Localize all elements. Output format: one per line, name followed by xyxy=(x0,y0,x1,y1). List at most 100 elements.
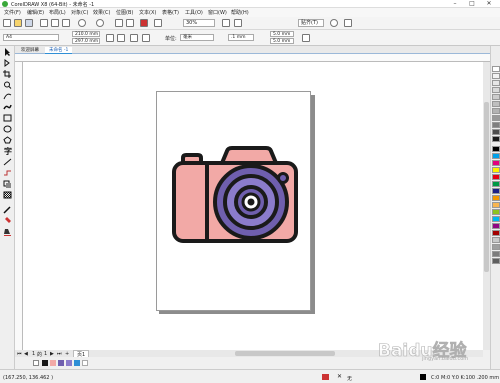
menu-text[interactable]: 文本(X) xyxy=(139,9,156,16)
options-gear-icon[interactable] xyxy=(330,19,338,27)
outline-color-swatch[interactable] xyxy=(420,374,426,380)
launch-options-icon[interactable] xyxy=(344,19,352,27)
swatch-blue[interactable] xyxy=(492,188,500,194)
fill-indicator-icon[interactable] xyxy=(322,374,329,380)
swatch-gray-25[interactable] xyxy=(492,101,500,107)
swatch-yellow-green[interactable] xyxy=(492,209,500,215)
shape-tool-icon[interactable] xyxy=(3,59,12,67)
menu-effects[interactable]: 效果(C) xyxy=(93,9,110,16)
menu-tools[interactable]: 工具(O) xyxy=(185,9,203,16)
zoom-tool-icon[interactable] xyxy=(3,81,12,89)
menu-bitmaps[interactable]: 位图(B) xyxy=(116,9,133,16)
save-icon[interactable] xyxy=(25,19,33,27)
swatch-green[interactable] xyxy=(492,181,500,187)
nudge-distance-field[interactable]: .1 mm xyxy=(228,34,254,41)
portrait-orientation-icon[interactable] xyxy=(106,34,114,42)
snap-to-dropdown[interactable]: 贴齐(T) xyxy=(298,19,324,27)
swatch-gray-70[interactable] xyxy=(492,129,500,135)
vertical-scrollbar[interactable] xyxy=(483,62,490,350)
crop-tool-icon[interactable] xyxy=(3,70,12,78)
swatch-sky-blue[interactable] xyxy=(492,216,500,222)
redo-icon[interactable] xyxy=(96,19,104,27)
doc-swatch-blue[interactable] xyxy=(74,360,80,366)
undo-icon[interactable] xyxy=(78,19,86,27)
current-page-icon[interactable] xyxy=(142,34,150,42)
swatch-black[interactable] xyxy=(492,146,500,152)
page-size-dropdown[interactable]: A4 xyxy=(3,34,59,41)
artistic-media-tool-icon[interactable] xyxy=(3,103,12,111)
open-folder-icon[interactable] xyxy=(14,19,22,27)
swatch-gray-30[interactable] xyxy=(492,108,500,114)
vertical-ruler[interactable] xyxy=(15,62,23,350)
transparency-tool-icon[interactable] xyxy=(3,191,12,199)
doc-swatch-pink[interactable] xyxy=(50,360,56,366)
zoom-level-dropdown[interactable]: 30% xyxy=(183,19,215,27)
page-height-field[interactable]: 297.0 mm xyxy=(72,38,100,44)
camera-illustration[interactable] xyxy=(170,145,300,245)
all-pages-icon[interactable] xyxy=(130,34,138,42)
tab-untitled-1[interactable]: 未命名 -1 xyxy=(45,47,73,54)
swatch-silver[interactable] xyxy=(492,237,500,243)
doc-swatch-purple[interactable] xyxy=(58,360,64,366)
new-document-icon[interactable] xyxy=(3,19,11,27)
swatch-mid-gray[interactable] xyxy=(492,251,500,257)
ellipse-tool-icon[interactable] xyxy=(3,125,12,133)
swatch-orange[interactable] xyxy=(492,195,500,201)
swatch-gray-90[interactable] xyxy=(492,136,500,142)
vertical-scroll-thumb[interactable] xyxy=(484,102,489,272)
close-button[interactable]: ✕ xyxy=(482,0,496,8)
freehand-tool-icon[interactable] xyxy=(3,92,12,100)
menu-table[interactable]: 表格(T) xyxy=(162,9,179,16)
menu-object[interactable]: 对象(C) xyxy=(71,9,88,16)
swatch-gray-15[interactable] xyxy=(492,87,500,93)
show-rulers-icon[interactable] xyxy=(234,19,242,27)
pick-tool-icon[interactable] xyxy=(3,48,12,56)
menu-file[interactable]: 文件(F) xyxy=(4,9,21,16)
tab-welcome-screen[interactable]: 欢迎屏幕 xyxy=(17,47,43,54)
paste-icon[interactable] xyxy=(62,19,70,27)
units-dropdown[interactable]: 毫米 xyxy=(180,34,214,41)
swatch-gray-20[interactable] xyxy=(492,94,500,100)
horizontal-scroll-thumb[interactable] xyxy=(235,351,335,356)
interactive-fill-tool-icon[interactable] xyxy=(3,217,12,225)
no-color-swatch[interactable] xyxy=(33,360,39,366)
doc-swatch-black[interactable] xyxy=(42,360,48,366)
minimize-button[interactable]: – xyxy=(448,0,462,8)
swatch-charcoal[interactable] xyxy=(492,258,500,264)
menu-help[interactable]: 帮助(H) xyxy=(231,9,249,16)
swatch-cyan[interactable] xyxy=(492,153,500,159)
swatch-gray-5[interactable] xyxy=(492,73,500,79)
doc-swatch-light-purple[interactable] xyxy=(66,360,72,366)
full-screen-icon[interactable] xyxy=(222,19,230,27)
rectangle-tool-icon[interactable] xyxy=(3,114,12,122)
swatch-white[interactable] xyxy=(492,66,500,72)
swatch-gray-10[interactable] xyxy=(492,80,500,86)
maximize-button[interactable]: □ xyxy=(465,0,479,8)
connector-tool-icon[interactable] xyxy=(3,169,12,177)
swatch-dark-silver[interactable] xyxy=(492,244,500,250)
smart-fill-tool-icon[interactable] xyxy=(3,228,12,236)
horizontal-ruler[interactable] xyxy=(15,54,490,62)
copy-icon[interactable] xyxy=(51,19,59,27)
cut-icon[interactable] xyxy=(40,19,48,27)
menu-layout[interactable]: 布局(L) xyxy=(49,9,66,16)
publish-pdf-icon[interactable] xyxy=(140,19,148,27)
export-icon[interactable] xyxy=(126,19,134,27)
swatch-gray-40[interactable] xyxy=(492,115,500,121)
swatch-red[interactable] xyxy=(492,174,500,180)
menu-window[interactable]: 窗口(W) xyxy=(208,9,227,16)
landscape-orientation-icon[interactable] xyxy=(117,34,125,42)
text-tool-icon[interactable]: 字 xyxy=(3,146,12,156)
swatch-gray-50[interactable] xyxy=(492,122,500,128)
import-icon[interactable] xyxy=(115,19,123,27)
app-launcher-icon[interactable] xyxy=(154,19,162,27)
menu-edit[interactable]: 编辑(E) xyxy=(27,9,44,16)
treat-as-filled-icon[interactable] xyxy=(302,34,310,42)
duplicate-distance-x-field[interactable]: 5.0 mm xyxy=(270,31,294,37)
swatch-purple[interactable] xyxy=(492,223,500,229)
page-width-field[interactable]: 210.0 mm xyxy=(72,31,100,37)
parallel-dimension-tool-icon[interactable] xyxy=(3,158,12,166)
swatch-magenta[interactable] xyxy=(492,160,500,166)
polygon-tool-icon[interactable] xyxy=(3,136,12,144)
swatch-light-orange[interactable] xyxy=(492,202,500,208)
